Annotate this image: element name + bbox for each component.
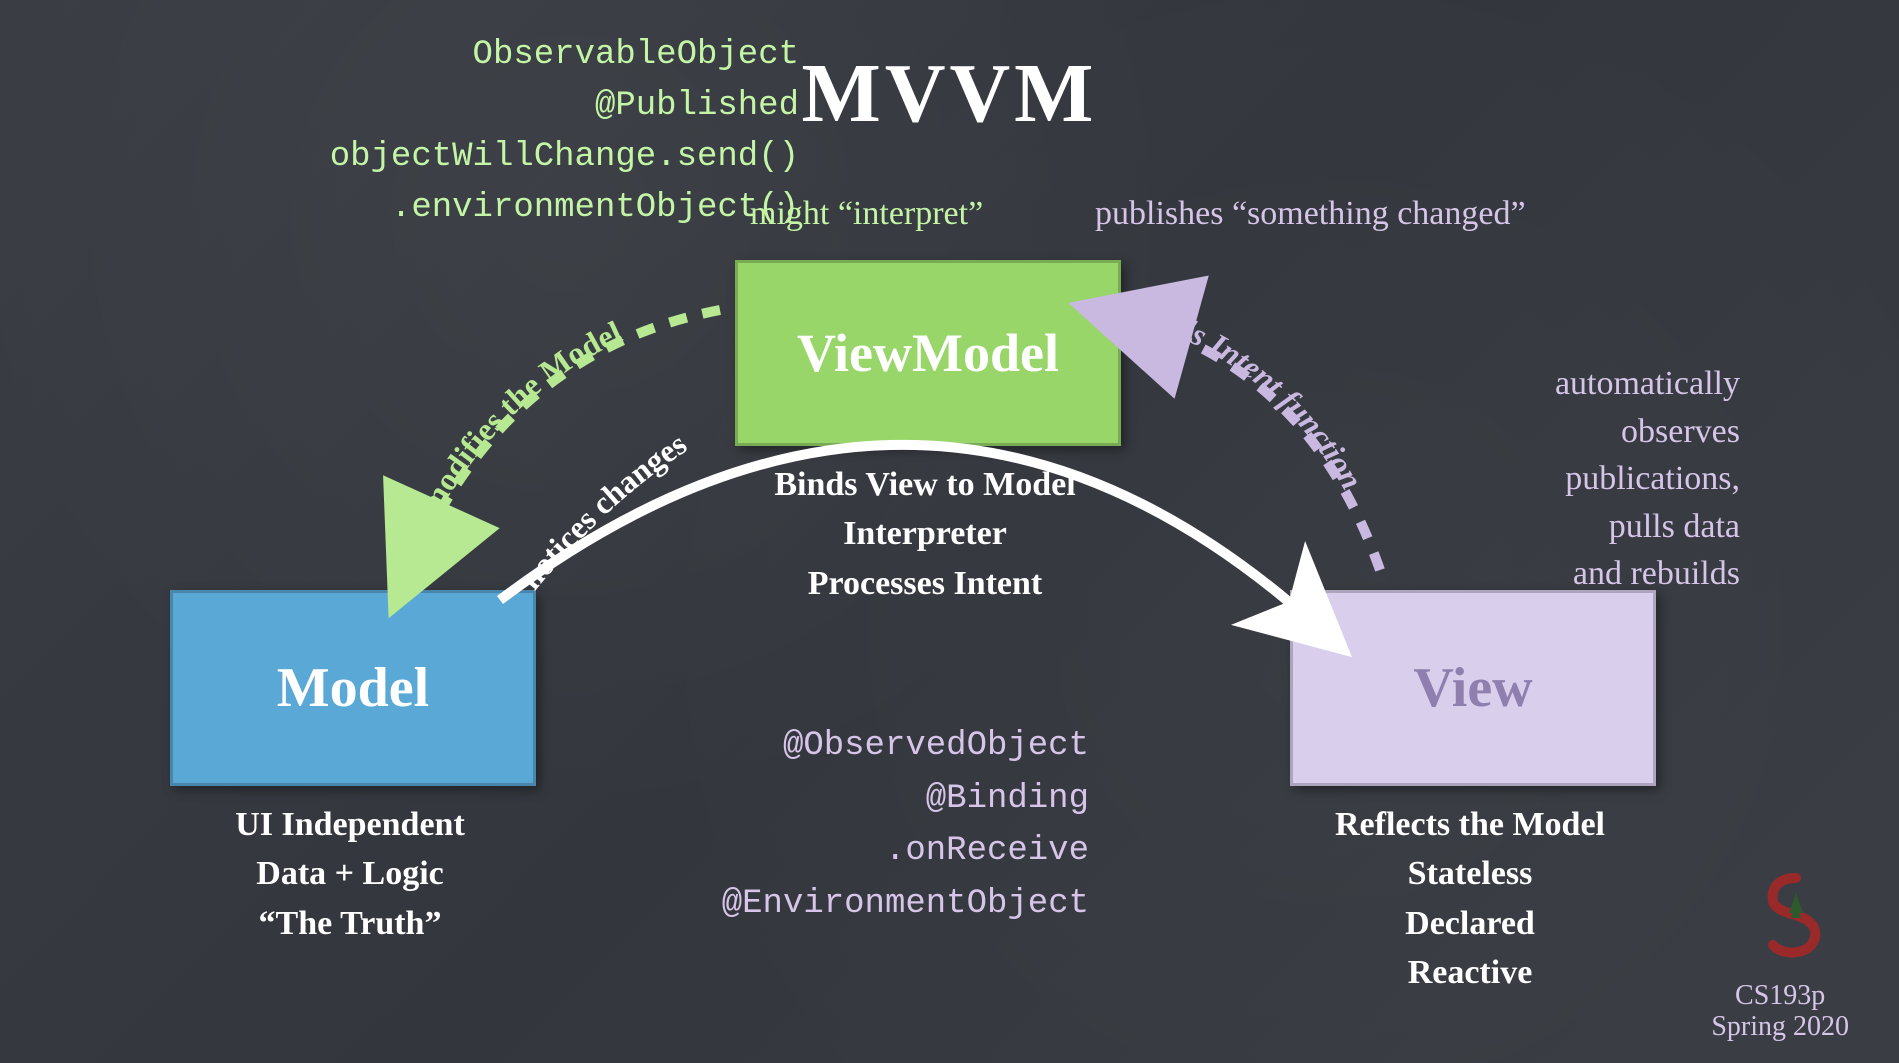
annotation-might-interpret: might “interpret” <box>750 195 983 233</box>
view-box: View <box>1290 590 1656 786</box>
svg-text:notices changes: notices changes <box>512 425 692 596</box>
view-sub-4: Reactive <box>1290 948 1650 997</box>
footer-term: Spring 2020 <box>1711 1012 1849 1043</box>
view-label: View <box>1413 656 1532 720</box>
view-sub-3: Declared <box>1290 899 1650 948</box>
annotation-publishes: publishes “something changed” <box>1095 195 1526 233</box>
view-sub-2: Stateless <box>1290 849 1650 898</box>
arrow-viewmodel-to-model <box>415 310 720 560</box>
viewmodel-box: ViewModel <box>735 260 1121 446</box>
keyword-environmentobject-view: @EnvironmentObject <box>722 878 1089 931</box>
keyword-environmentobject: .environmentObject() <box>330 183 799 234</box>
viewmodel-keywords: ObservableObject @Published objectWillCh… <box>330 30 799 234</box>
viewmodel-sub-3: Processes Intent <box>735 559 1115 608</box>
model-description: UI Independent Data + Logic “The Truth” <box>170 800 530 948</box>
right-note-l1: automatically <box>1400 360 1740 408</box>
label-calls-intent: calls Intent function <box>1142 297 1370 496</box>
viewmodel-description: Binds View to Model Interpreter Processe… <box>735 460 1115 608</box>
model-sub-1: UI Independent <box>170 800 530 849</box>
svg-text:calls Intent function: calls Intent function <box>1142 297 1370 496</box>
label-modifies-model: modifies the Model <box>412 313 627 519</box>
right-note-l5: and rebuilds <box>1400 550 1740 598</box>
keyword-observableobject: ObservableObject <box>330 30 799 81</box>
right-note-l2: observes <box>1400 408 1740 456</box>
footer: CS193p Spring 2020 <box>1711 981 1849 1043</box>
keyword-published: @Published <box>330 81 799 132</box>
view-keywords: @ObservedObject @Binding .onReceive @Env… <box>722 720 1089 931</box>
svg-text:modifies the Model: modifies the Model <box>412 313 627 519</box>
keyword-observedobject: @ObservedObject <box>722 720 1089 773</box>
footer-course: CS193p <box>1711 981 1849 1012</box>
diagram-title: MVVM <box>802 45 1098 142</box>
model-box: Model <box>170 590 536 786</box>
model-sub-2: Data + Logic <box>170 849 530 898</box>
view-description: Reflects the Model Stateless Declared Re… <box>1290 800 1650 997</box>
keyword-binding: @Binding <box>722 773 1089 826</box>
viewmodel-label: ViewModel <box>797 322 1059 384</box>
viewmodel-sub-2: Interpreter <box>735 509 1115 558</box>
model-sub-3: “The Truth” <box>170 899 530 948</box>
keyword-onreceive: .onReceive <box>722 825 1089 878</box>
viewmodel-sub-1: Binds View to Model <box>735 460 1115 509</box>
right-note-l3: publications, <box>1400 455 1740 503</box>
arrow-view-to-viewmodel <box>1130 320 1380 570</box>
model-label: Model <box>277 656 429 720</box>
annotation-auto-observes: automatically observes publications, pul… <box>1400 360 1740 598</box>
stanford-logo-icon <box>1761 873 1831 968</box>
right-note-l4: pulls data <box>1400 503 1740 551</box>
keyword-objectwillchange: objectWillChange.send() <box>330 132 799 183</box>
view-sub-1: Reflects the Model <box>1290 800 1650 849</box>
label-notices-changes: notices changes <box>512 425 692 596</box>
